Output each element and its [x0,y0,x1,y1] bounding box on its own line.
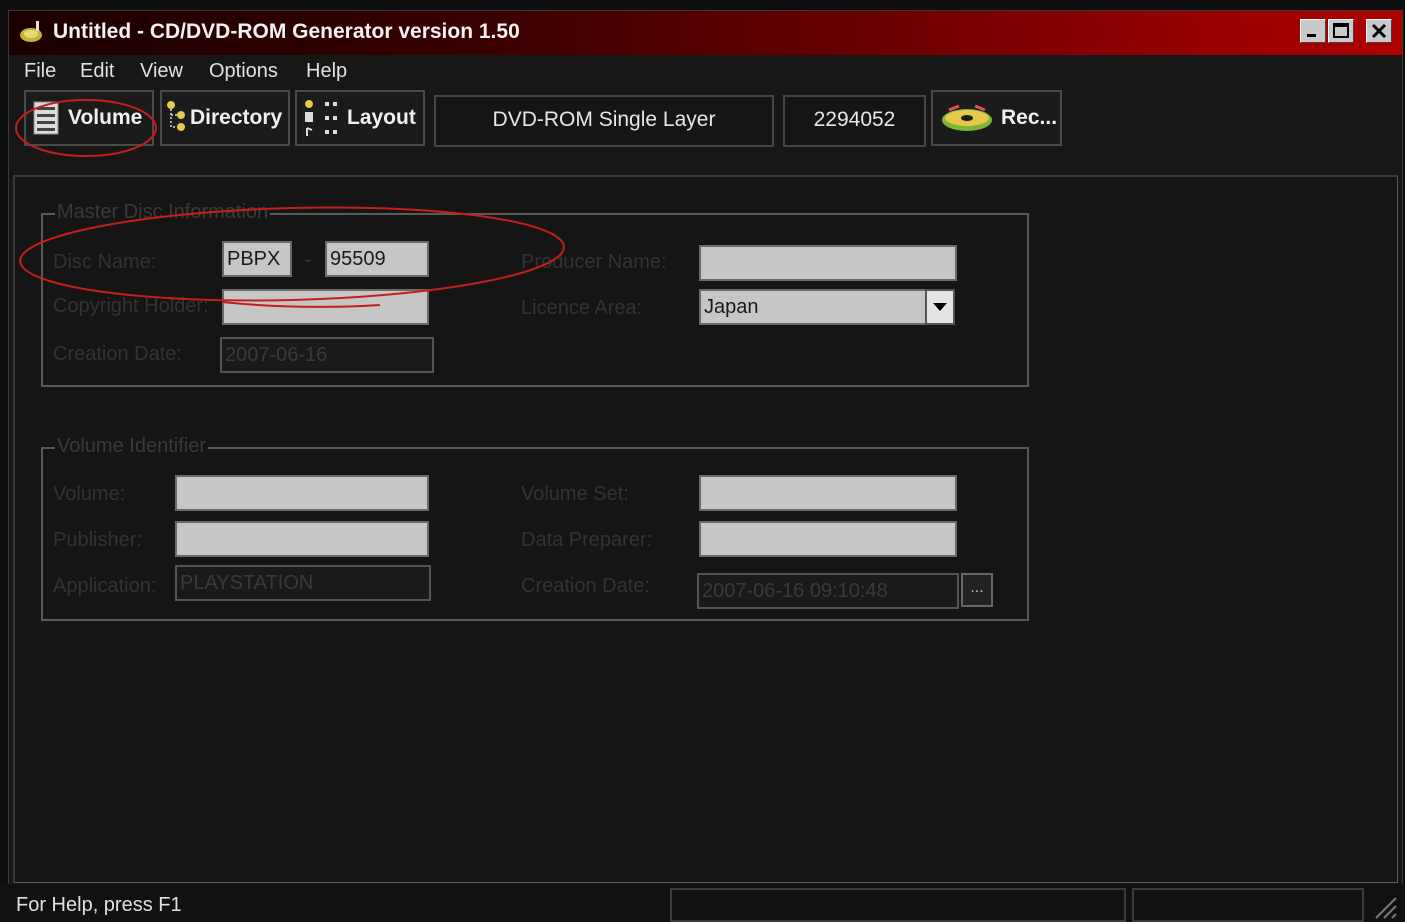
layout-tab-button[interactable]: Layout [295,90,425,146]
volume-identifier-group-title: Volume Identifier [55,435,208,458]
licence-area-dropdown-button[interactable] [925,289,955,325]
volume-creation-date-field: 2007-06-16 09:10:48 [697,573,959,609]
menu-help[interactable]: Help [306,60,347,83]
status-help-text: For Help, press F1 [16,894,182,916]
record-label: Rec... [1001,106,1058,129]
chevron-down-icon [933,303,947,311]
directory-tab-label: Directory [190,106,283,129]
disc-type-indicator: DVD-ROM Single Layer [434,95,774,147]
disc-name-separator: - [305,249,312,271]
producer-name-label: Producer Name: [521,251,667,273]
status-pane-1 [670,888,1126,922]
publisher-label: Publisher: [53,529,142,551]
menu-view[interactable]: View [140,60,183,83]
volume-set-label: Volume Set: [521,483,629,505]
volume-set-field[interactable] [699,475,957,511]
maximize-icon [1333,23,1349,38]
creation-date-field: 2007-06-16 [220,337,434,373]
directory-tab-button[interactable]: Directory [160,90,290,146]
volume-label: Volume: [53,483,126,505]
volume-panel: Master Disc Information Disc Name: PBPX … [13,175,1398,883]
minimize-icon [1307,34,1316,37]
window-title: Untitled - CD/DVD-ROM Generator version … [53,20,520,43]
licence-area-label: Licence Area: [521,297,643,319]
volume-field[interactable] [175,475,429,511]
resize-grip-icon[interactable] [1370,892,1398,920]
volume-icon [33,101,59,135]
maximize-button[interactable] [1328,19,1354,43]
disc-name-prefix-field[interactable]: PBPX [222,241,292,277]
sector-count-indicator: 2294052 [783,95,926,147]
directory-tree-icon [167,101,185,131]
volume-tab-button[interactable]: Volume [24,90,154,146]
record-button[interactable]: Rec... [931,90,1062,146]
app-icon [20,21,42,42]
master-disc-group-title: Master Disc Information [55,201,271,224]
menu-options[interactable]: Options [209,60,278,83]
title-bar: Untitled - CD/DVD-ROM Generator version … [9,11,1402,55]
volume-tab-label: Volume [68,106,143,129]
disc-name-number-field[interactable]: 95509 [325,241,429,277]
copyright-holder-field[interactable] [222,289,429,325]
copyright-holder-label: Copyright Holder: [53,295,209,317]
layout-tab-label: Layout [347,106,416,129]
publisher-field[interactable] [175,521,429,557]
menu-edit[interactable]: Edit [80,60,114,83]
layout-icon [305,100,337,136]
disc-name-label: Disc Name: [53,251,157,273]
creation-date-label: Creation Date: [53,343,182,365]
status-pane-2 [1132,888,1364,922]
licence-area-select[interactable]: Japan [699,289,927,325]
producer-name-field[interactable] [699,245,957,281]
date-picker-button[interactable]: ... [961,573,993,607]
volume-creation-date-label: Creation Date: [521,575,650,597]
application-label: Application: [53,575,157,597]
status-bar: For Help, press F1 [0,884,1405,922]
burn-disc-icon [942,104,992,131]
application-field: PLAYSTATION [175,565,431,601]
close-button[interactable] [1366,19,1392,43]
data-preparer-field[interactable] [699,521,957,557]
data-preparer-label: Data Preparer: [521,529,653,551]
minimize-button[interactable] [1300,19,1326,43]
menu-bar: File Edit View Options Help [9,55,1402,89]
menu-file[interactable]: File [24,60,56,83]
close-icon [1371,23,1387,39]
